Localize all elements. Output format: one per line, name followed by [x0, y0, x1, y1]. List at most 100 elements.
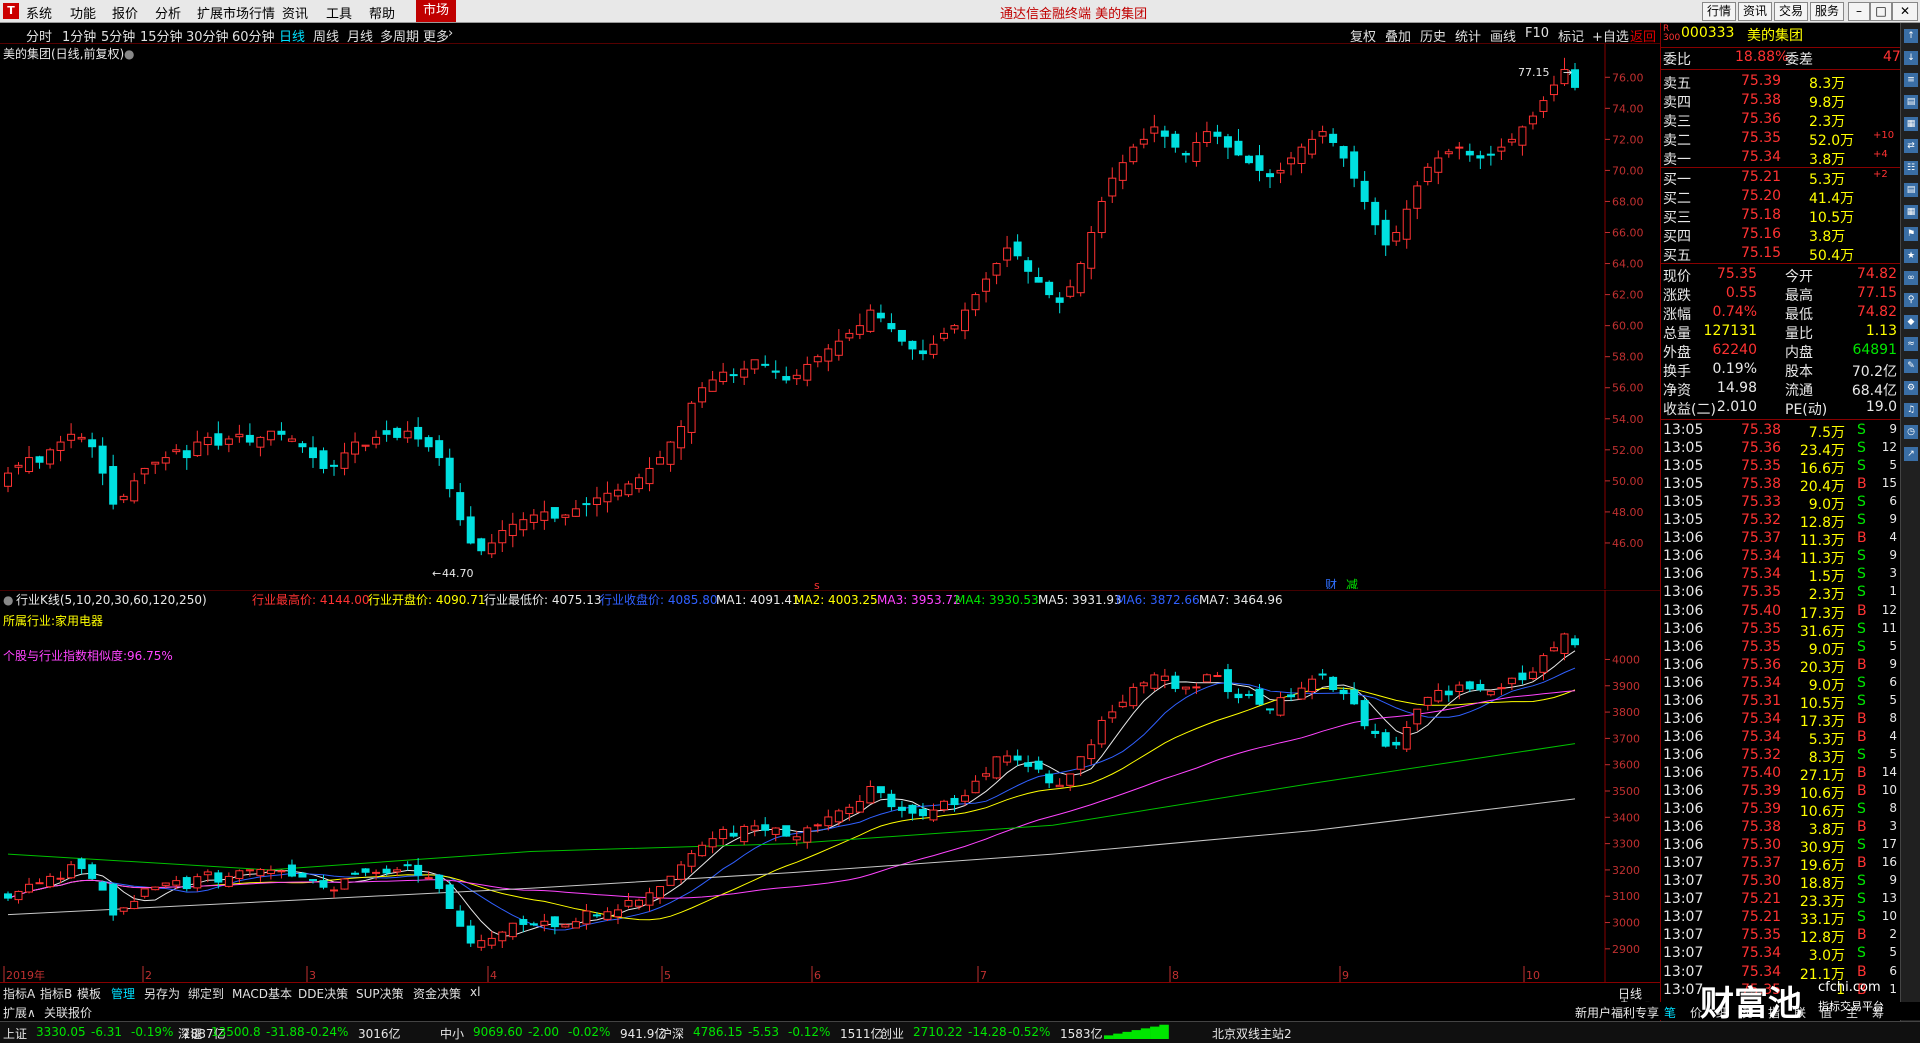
- period-30min[interactable]: 30分钟: [186, 26, 229, 45]
- market-tab[interactable]: 市场: [416, 0, 456, 22]
- bell-icon[interactable]: ♫: [1904, 403, 1918, 417]
- expand-button[interactable]: 扩展∧: [3, 1004, 36, 1021]
- ask-row[interactable]: 卖三 75.36 2.3万: [1661, 111, 1901, 130]
- tab-save-as[interactable]: 另存为: [144, 985, 180, 1002]
- bid-row[interactable]: 买二 75.20 41.4万: [1661, 188, 1901, 207]
- tab-dde[interactable]: DDE决策: [298, 985, 348, 1002]
- candle-body: [1497, 146, 1506, 152]
- index-name[interactable]: 创业: [880, 1025, 904, 1042]
- menu-help[interactable]: 帮助: [369, 3, 395, 22]
- bid-row[interactable]: 买四 75.16 3.8万: [1661, 226, 1901, 245]
- trend-icon[interactable]: ↗: [1904, 447, 1918, 461]
- industry-chart-svg[interactable]: 4000 3900 3800 3700 3600 3500 3400 3300 3200 3100…: [0, 589, 1660, 982]
- compare-icon[interactable]: ⇄: [1904, 139, 1918, 153]
- grid-icon[interactable]: ▦: [1904, 117, 1918, 131]
- tick-cell: 75.35: [1741, 927, 1782, 944]
- minimize-icon[interactable]: –: [1848, 2, 1870, 21]
- stats-button[interactable]: 统计: [1455, 26, 1481, 45]
- menu-analysis[interactable]: 分析: [155, 3, 181, 22]
- price-chart-svg[interactable]: 76.00 74.00 72.00 70.00 68.00 66.00 64.00 62.00…: [0, 44, 1660, 592]
- flag-icon[interactable]: ⚑: [1904, 227, 1918, 241]
- draw-button[interactable]: 画线: [1490, 26, 1516, 45]
- tab-xl[interactable]: xl: [470, 985, 480, 999]
- info-mode-button[interactable]: 资讯: [1738, 2, 1773, 21]
- up-arrow-icon[interactable]: ↑: [1904, 29, 1918, 43]
- new-user-promo[interactable]: 新用户福利专享: [1575, 1004, 1659, 1021]
- tab-template[interactable]: 模板: [77, 985, 101, 1002]
- ask-row[interactable]: 卖二 75.35 52.0万 +10: [1661, 130, 1901, 149]
- tab-fund[interactable]: 资金决策: [413, 985, 461, 1002]
- period-60min[interactable]: 60分钟: [232, 26, 275, 45]
- period-weekly[interactable]: 周线: [313, 26, 339, 45]
- settings-dot-icon[interactable]: ●: [3, 593, 13, 607]
- tab-manage[interactable]: 管理: [111, 985, 135, 1002]
- overlay-button[interactable]: 叠加: [1385, 26, 1411, 45]
- tag-icon[interactable]: ◆: [1904, 315, 1918, 329]
- s-marker[interactable]: s: [814, 579, 820, 592]
- f10-button[interactable]: F10: [1525, 26, 1549, 41]
- reduce-marker[interactable]: 减: [1346, 578, 1358, 592]
- list-icon[interactable]: ≡: [1904, 73, 1918, 87]
- add-watchlist-button[interactable]: +自选: [1592, 26, 1629, 45]
- index-name[interactable]: 中小: [440, 1025, 464, 1042]
- doc-icon[interactable]: ▤: [1904, 183, 1918, 197]
- bid-row[interactable]: 买五 75.15 50.4万: [1661, 245, 1901, 264]
- menu-ext-market[interactable]: 扩展市场行情: [197, 3, 275, 22]
- period-monthly[interactable]: 月线: [347, 26, 373, 45]
- trade-mode-button[interactable]: 交易: [1774, 2, 1809, 21]
- industry-candle-body: [635, 899, 644, 907]
- related-quote-button[interactable]: 关联报价: [44, 1004, 92, 1021]
- chart-icon[interactable]: ▤: [1904, 95, 1918, 109]
- note-icon[interactable]: ✎: [1904, 359, 1918, 373]
- period-15min[interactable]: 15分钟: [140, 26, 183, 45]
- chevron-right-icon[interactable]: ›: [448, 26, 453, 41]
- candle-body: [1139, 138, 1148, 145]
- maximize-icon[interactable]: □: [1870, 2, 1892, 21]
- bid-row[interactable]: 买一 75.21 5.3万 +2: [1661, 169, 1901, 188]
- tab-sup[interactable]: SUP决策: [356, 985, 404, 1002]
- menu-info[interactable]: 资讯: [282, 3, 308, 22]
- bid-row[interactable]: 买三 75.18 10.5万: [1661, 207, 1901, 226]
- period-daily[interactable]: 日线: [279, 26, 305, 45]
- period-1min[interactable]: 1分钟: [62, 26, 96, 45]
- back-button[interactable]: 返回: [1630, 26, 1656, 45]
- gear-icon[interactable]: ⚙: [1904, 381, 1918, 395]
- tab-macd[interactable]: MACD基本: [232, 985, 292, 1002]
- finance-marker[interactable]: 财: [1325, 578, 1337, 592]
- ask-row[interactable]: 卖一 75.34 3.8万 +4: [1661, 149, 1901, 168]
- tab-bind-to[interactable]: 绑定到: [188, 985, 224, 1002]
- menu-tools[interactable]: 工具: [326, 3, 352, 22]
- period-fenshi[interactable]: 分时: [26, 26, 52, 45]
- history-button[interactable]: 历史: [1420, 26, 1446, 45]
- ask-row[interactable]: 卖五 75.39 8.3万: [1661, 73, 1901, 92]
- link-icon[interactable]: ∞: [1904, 271, 1918, 285]
- wave-icon[interactable]: ≈: [1904, 337, 1918, 351]
- quote-tab[interactable]: 笔: [1664, 1004, 1676, 1021]
- star-icon[interactable]: ★: [1904, 249, 1918, 263]
- price-chart-panel[interactable]: 76.00 74.00 72.00 70.00 68.00 66.00 64.00 62.00…: [0, 44, 1660, 592]
- adjust-button[interactable]: 复权: [1350, 26, 1376, 45]
- period-multi[interactable]: 多周期: [380, 26, 419, 45]
- period-5min[interactable]: 5分钟: [101, 26, 135, 45]
- mark-button[interactable]: 标记: [1558, 26, 1584, 45]
- ask-row[interactable]: 卖四 75.38 9.8万: [1661, 92, 1901, 111]
- clock-icon[interactable]: ◷: [1904, 425, 1918, 439]
- down-arrow-icon[interactable]: ↓: [1904, 51, 1918, 65]
- tab-indicator-b[interactable]: 指标B: [40, 985, 72, 1002]
- menu-quote[interactable]: 报价: [112, 3, 138, 22]
- close-icon[interactable]: ✕: [1892, 2, 1918, 21]
- calendar-icon[interactable]: ☷: [1904, 161, 1918, 175]
- service-mode-button[interactable]: 服务: [1810, 2, 1845, 21]
- search-icon[interactable]: ⚲: [1904, 293, 1918, 307]
- industry-chart-panel[interactable]: 4000 3900 3800 3700 3600 3500 3400 3300 3200 3100…: [0, 589, 1660, 982]
- index-name[interactable]: 上证: [3, 1025, 27, 1042]
- period-more[interactable]: 更多: [423, 26, 449, 45]
- index-name[interactable]: 深证: [178, 1025, 202, 1042]
- settings-dot-icon[interactable]: ●: [124, 47, 134, 61]
- quote-mode-button[interactable]: 行情: [1702, 2, 1737, 21]
- tab-indicator-a[interactable]: 指标A: [3, 985, 35, 1002]
- menu-system[interactable]: 系统: [26, 3, 52, 22]
- table-icon[interactable]: ▦: [1904, 205, 1918, 219]
- menu-function[interactable]: 功能: [70, 3, 96, 22]
- index-name[interactable]: 沪深: [660, 1025, 684, 1042]
